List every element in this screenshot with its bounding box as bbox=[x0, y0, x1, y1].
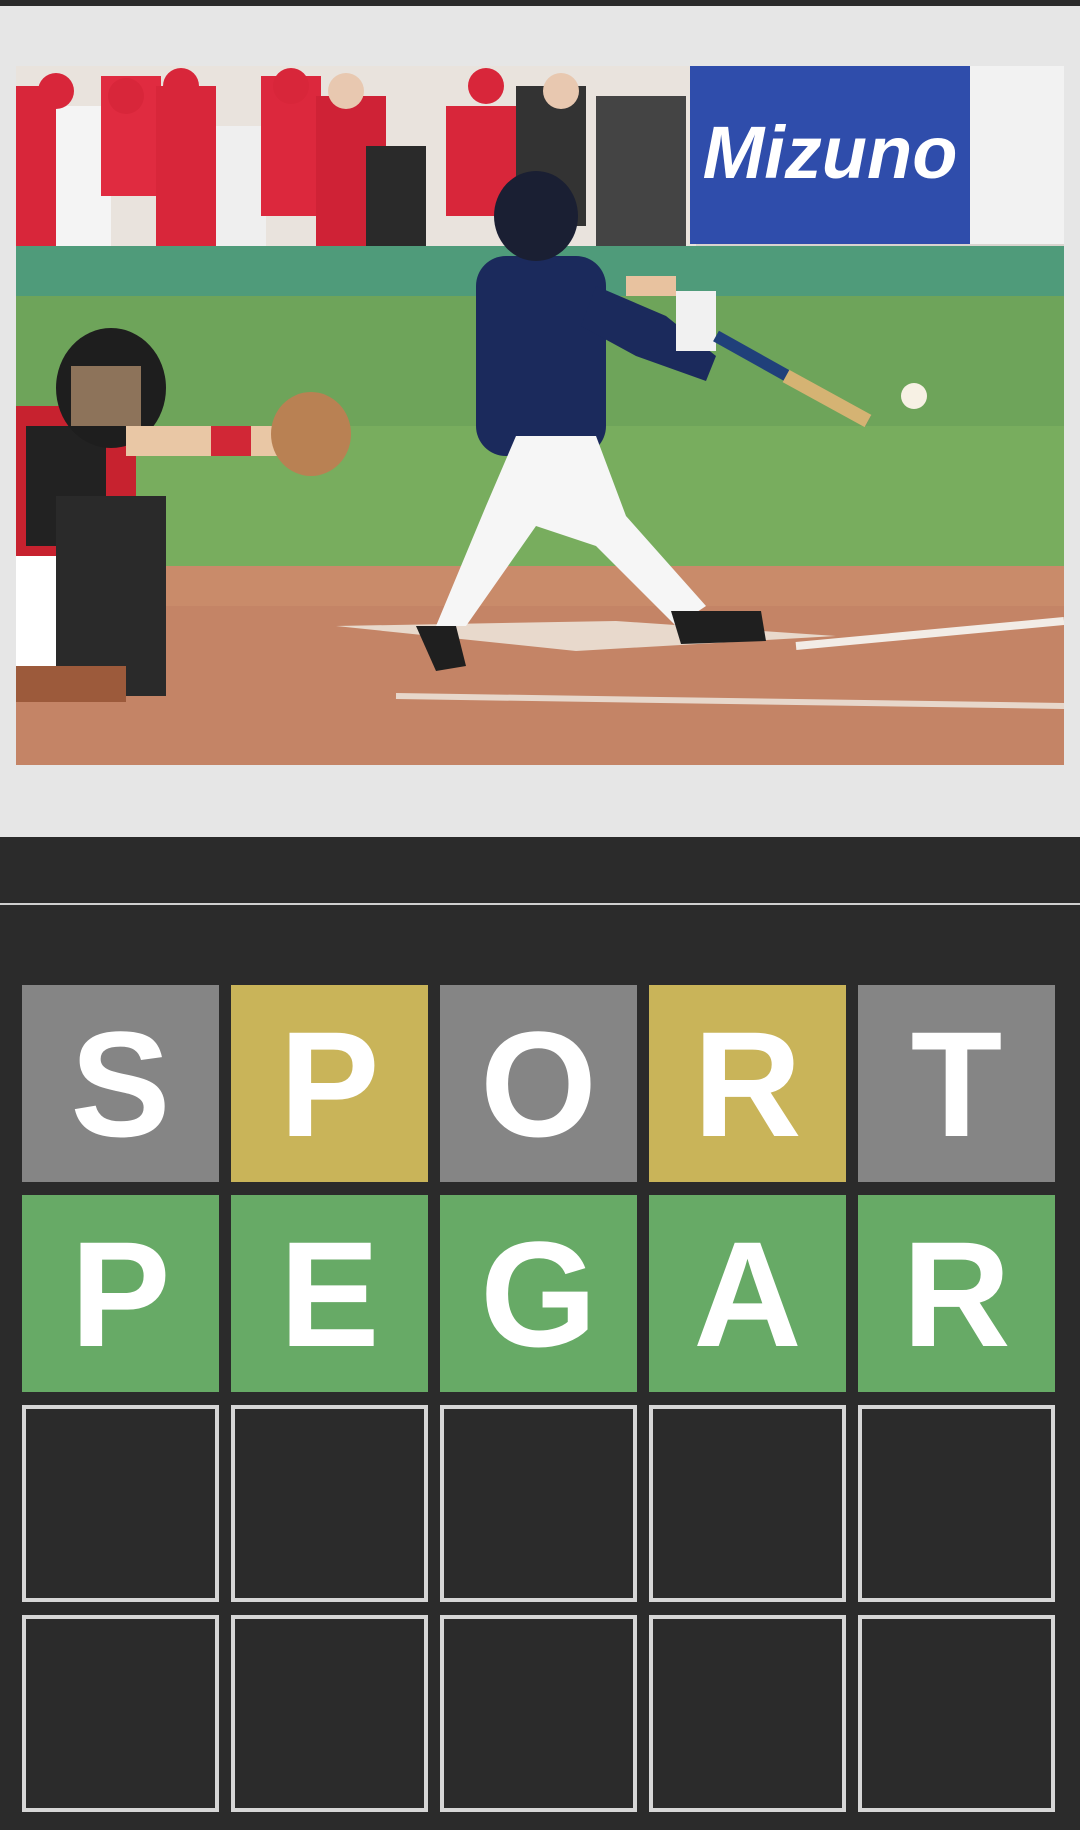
tile-row3-col2 bbox=[231, 1405, 428, 1602]
tile-row2-col5: R bbox=[858, 1195, 1055, 1392]
tile-row4-col4 bbox=[649, 1615, 846, 1812]
clue-image-panel: Mizuno bbox=[0, 6, 1080, 837]
mizuno-banner: Mizuno bbox=[690, 66, 1064, 244]
tile-row2-col3: G bbox=[440, 1195, 637, 1392]
tile-row1-col4: R bbox=[649, 985, 846, 1182]
tile-row2-col1: P bbox=[22, 1195, 219, 1392]
tile-row3-col5 bbox=[858, 1405, 1055, 1602]
tile-row4-col3 bbox=[440, 1615, 637, 1812]
svg-text:Mizuno: Mizuno bbox=[703, 111, 958, 194]
tile-row3-col1 bbox=[22, 1405, 219, 1602]
baseball-scene: Mizuno bbox=[16, 66, 1064, 765]
tile-row2-col2: E bbox=[231, 1195, 428, 1392]
header-divider bbox=[0, 903, 1080, 905]
tile-row4-col2 bbox=[231, 1615, 428, 1812]
tile-row1-col3: O bbox=[440, 985, 637, 1182]
clue-photo-baseball: Mizuno bbox=[16, 66, 1064, 765]
tile-row2-col4: A bbox=[649, 1195, 846, 1392]
tile-row4-col5 bbox=[858, 1615, 1055, 1812]
tile-row3-col4 bbox=[649, 1405, 846, 1602]
tile-row4-col1 bbox=[22, 1615, 219, 1812]
tile-row1-col5: T bbox=[858, 985, 1055, 1182]
tile-row1-col2: P bbox=[231, 985, 428, 1182]
guess-board: SPORTPEGAR bbox=[22, 985, 1058, 1812]
tile-row3-col3 bbox=[440, 1405, 637, 1602]
tile-row1-col1: S bbox=[22, 985, 219, 1182]
